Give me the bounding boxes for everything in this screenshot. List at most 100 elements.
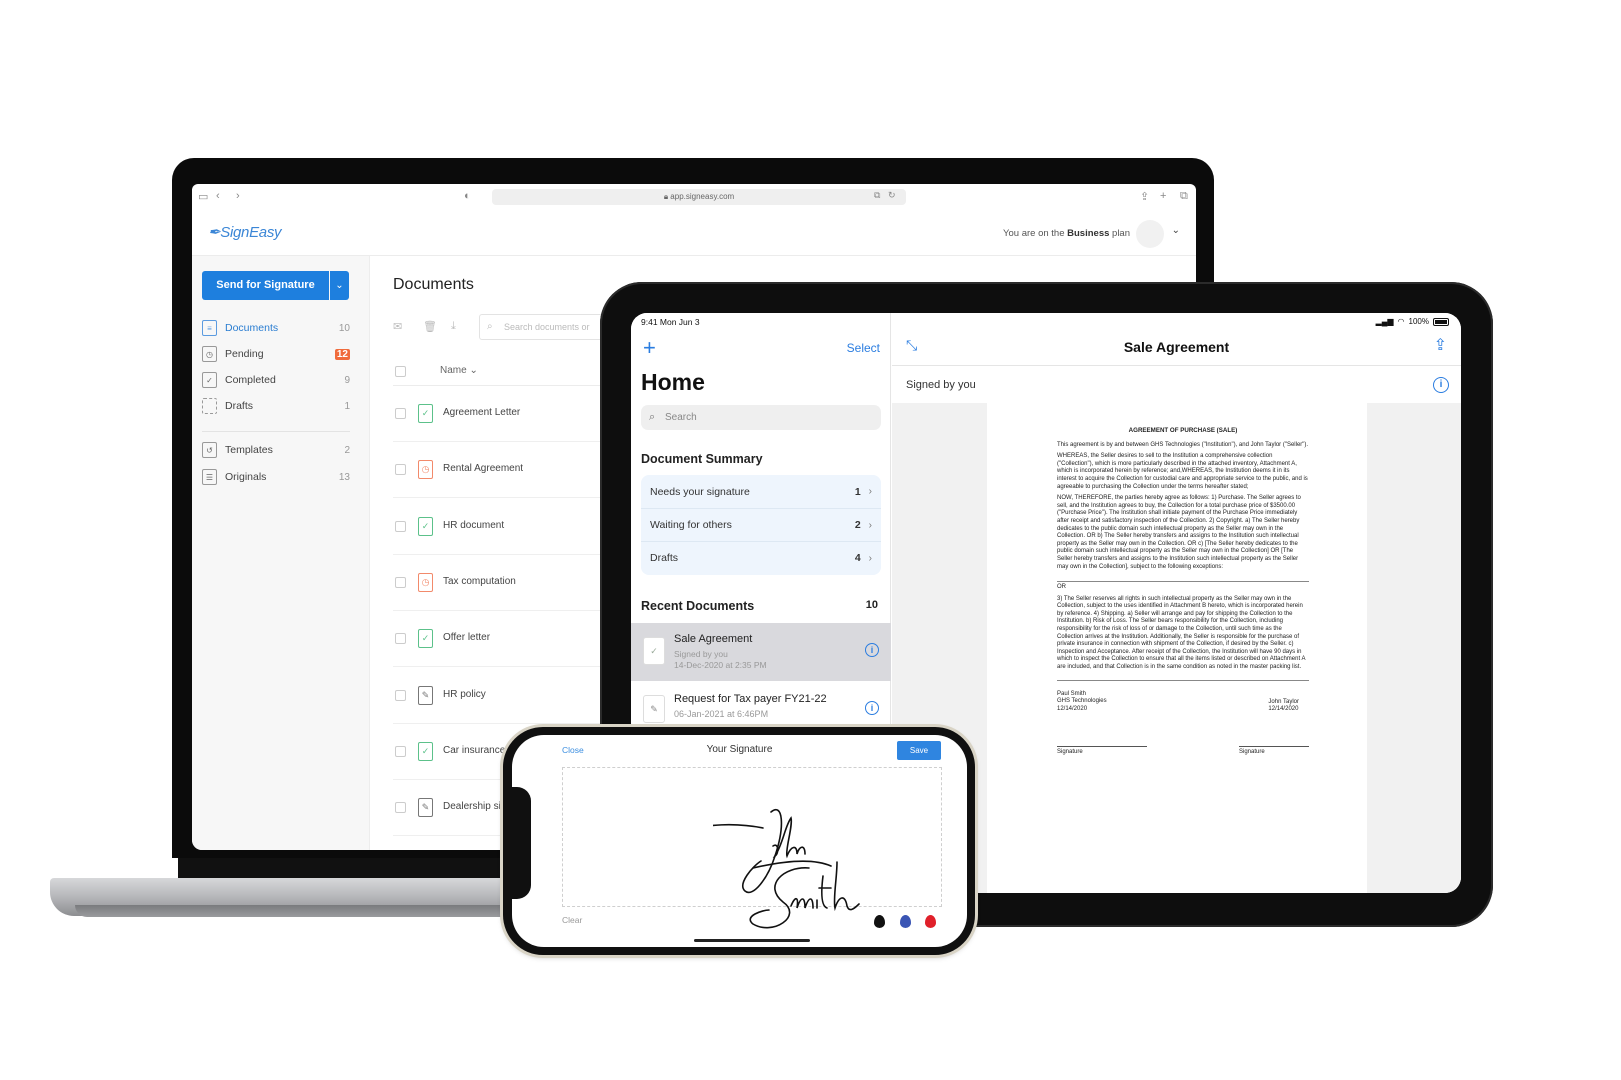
shield-icon[interactable]: ◐: [464, 190, 471, 202]
row-checkbox[interactable]: [395, 633, 406, 645]
document-name[interactable]: Agreement Letter: [443, 407, 520, 418]
check-icon: ✓: [418, 629, 433, 649]
recent-documents-heading: Recent Documents: [641, 599, 755, 613]
forward-icon[interactable]: ›: [236, 190, 240, 202]
sidebar-item-originals[interactable]: ☰ Originals 13: [202, 467, 350, 487]
status-indicators: ▂▄▆ ◠ 100%: [1376, 317, 1449, 326]
save-button[interactable]: Save: [897, 741, 941, 760]
row-checkbox[interactable]: [395, 464, 406, 476]
signeasy-logo[interactable]: ✒︎SignEasy: [208, 223, 282, 241]
document-name[interactable]: HR document: [443, 520, 504, 531]
document-paragraph: This agreement is by and between GHS Tec…: [1057, 441, 1309, 448]
send-options-dropdown[interactable]: ⌄: [330, 271, 349, 300]
row-checkbox[interactable]: [395, 520, 406, 532]
tabs-icon[interactable]: ⧉: [874, 190, 880, 201]
table-row[interactable]: ✓ HR document: [393, 499, 603, 555]
search-icon: ⌕: [649, 411, 656, 423]
sidebar: Send for Signature ⌄ ≡ Documents 10 ◷ Pe…: [192, 256, 370, 850]
signature-stroke: [790, 861, 860, 912]
recent-date: 14-Dec-2020 at 2:35 PM: [674, 660, 767, 670]
sidebar-item-drafts[interactable]: Drafts 1: [202, 396, 350, 416]
table-row[interactable]: ✓ Offer letter: [393, 611, 603, 668]
document-name[interactable]: Car insurance: [443, 745, 505, 756]
check-icon: ✓: [418, 404, 433, 423]
document-name[interactable]: Rental Agreement: [443, 463, 523, 474]
chevron-right-icon: ›: [868, 486, 872, 497]
recent-documents-count: 10: [865, 599, 878, 611]
row-checkbox[interactable]: [395, 802, 406, 814]
signature-pad[interactable]: [562, 767, 942, 929]
ink-red-icon[interactable]: [925, 915, 936, 928]
row-checkbox[interactable]: [395, 408, 406, 419]
summary-needs-signature[interactable]: Needs your signature 1 ›: [641, 475, 881, 508]
signed-status: Signed by you: [906, 379, 976, 391]
info-icon[interactable]: i: [865, 643, 879, 657]
document-name[interactable]: HR policy: [443, 689, 486, 700]
document-name[interactable]: Offer letter: [443, 632, 490, 643]
table-row[interactable]: ◷ Tax computation: [393, 555, 603, 611]
info-icon[interactable]: i: [1433, 377, 1449, 393]
share-icon[interactable]: ⇪: [1434, 335, 1447, 355]
ink-blue-icon[interactable]: [900, 915, 911, 928]
reload-icon[interactable]: ↻: [888, 190, 896, 201]
header-divider: [892, 365, 1461, 366]
sidebar-item-completed[interactable]: ✓ Completed 9: [202, 370, 350, 390]
plan-indicator: You are on the Business plan: [1003, 228, 1130, 239]
pencil-icon: ✎: [418, 685, 433, 705]
document-paragraph: 3) The Seller reserves all rights in suc…: [1057, 595, 1306, 671]
trash-icon[interactable]: 🗑︎: [423, 320, 437, 333]
avatar[interactable]: [1136, 220, 1164, 248]
sidebar-item-pending[interactable]: ◷ Pending 12: [202, 344, 350, 364]
laptop-base-shadow: [75, 905, 515, 917]
table-row[interactable]: ✓ Agreement Letter: [393, 386, 603, 442]
search-documents-input[interactable]: ⌕ Search documents or: [479, 314, 619, 340]
download-icon[interactable]: ⤓: [451, 320, 456, 333]
table-row[interactable]: ◷ Rental Agreement: [393, 442, 603, 499]
back-icon[interactable]: ‹: [216, 190, 220, 202]
row-checkbox[interactable]: [395, 745, 406, 757]
signature-field-right[interactable]: Signature: [1239, 745, 1309, 757]
summary-waiting-for-others[interactable]: Waiting for others 2 ›: [641, 508, 881, 541]
sidebar-item-documents[interactable]: ≡ Documents 10: [202, 318, 350, 338]
document-title: Sale Agreement: [1123, 339, 1230, 355]
recent-item-sale-agreement[interactable]: ✓ Sale Agreement Signed by you 14-Dec-202…: [631, 623, 891, 681]
email-icon[interactable]: ✉: [393, 320, 402, 333]
ink-black-icon[interactable]: [874, 915, 885, 928]
send-for-signature-button[interactable]: Send for Signature: [202, 271, 329, 300]
tab-overview-icon[interactable]: ⧉: [1180, 190, 1188, 203]
table-row[interactable]: ✎ HR policy: [393, 668, 603, 724]
battery-icon: [1433, 317, 1449, 326]
chevron-down-icon[interactable]: ⌄: [1172, 225, 1180, 236]
signature-lines: Signature Signature: [1057, 745, 1309, 757]
signature-field-left[interactable]: Signature: [1057, 745, 1147, 757]
document-name[interactable]: Tax computation: [443, 576, 516, 587]
clear-button[interactable]: Clear: [562, 915, 582, 925]
sidebar-icon[interactable]: ▭: [198, 190, 208, 203]
search-input[interactable]: ⌕ Search: [641, 405, 881, 430]
url-bar[interactable]: 🔒︎ app.signeasy.com: [492, 189, 906, 205]
row-checkbox[interactable]: [395, 689, 406, 701]
document-divider: [1057, 679, 1309, 681]
signature-stroke: [713, 823, 764, 829]
new-tab-icon[interactable]: +: [1160, 190, 1166, 202]
table-header: Name ⌄: [393, 356, 603, 386]
signature-stroke: [772, 816, 806, 859]
select-all-checkbox[interactable]: [395, 366, 406, 377]
document-name[interactable]: Dealership sign: [443, 801, 512, 812]
summary-drafts[interactable]: Drafts 4 ›: [641, 541, 881, 574]
add-icon[interactable]: +: [643, 335, 656, 361]
column-name-sort[interactable]: Name ⌄: [440, 365, 478, 376]
recent-date: 06-Jan-2021 at 6:46PM: [674, 709, 769, 719]
info-icon[interactable]: i: [865, 701, 879, 715]
check-icon: ✓: [418, 741, 433, 761]
home-title: Home: [641, 369, 705, 395]
row-checkbox[interactable]: [395, 576, 406, 588]
select-button[interactable]: Select: [847, 341, 880, 355]
status-time: 9:41 Mon Jun 3: [641, 317, 700, 327]
sidebar-item-templates[interactable]: ↺ Templates 2: [202, 440, 350, 460]
signature-stroke: [742, 809, 783, 894]
documents-icon: ≡: [202, 320, 217, 336]
pending-badge: 12: [334, 348, 350, 360]
document-divider: [1057, 581, 1309, 583]
share-icon[interactable]: ⇪: [1140, 190, 1149, 203]
